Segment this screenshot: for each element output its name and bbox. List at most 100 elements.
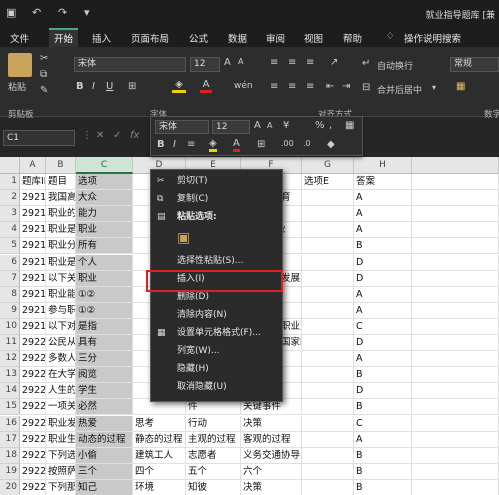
cell-e17[interactable]: 主观的过程 xyxy=(186,431,241,448)
orientation-icon[interactable]: ↗ xyxy=(330,57,338,68)
cell-d18[interactable]: 建筑工人 xyxy=(133,447,186,464)
row-header[interactable]: 17 xyxy=(0,431,20,448)
paste-button[interactable]: 粘贴 xyxy=(8,80,26,93)
enter-icon[interactable]: ✓ xyxy=(113,130,121,141)
cancel-icon[interactable]: ✕ xyxy=(96,130,104,141)
cell-b8[interactable]: 职业能力 xyxy=(46,286,76,303)
mini-percent-icon[interactable]: % xyxy=(315,120,325,131)
cell-empty[interactable] xyxy=(412,415,499,432)
cell-h3[interactable]: A xyxy=(354,206,412,223)
tab-view[interactable]: 视图 xyxy=(304,31,323,45)
cell-c19[interactable]: 三个 xyxy=(76,463,133,480)
tab-formulas[interactable]: 公式 xyxy=(189,31,208,45)
cell-h14[interactable]: D xyxy=(354,383,412,400)
menu-item-hide[interactable]: 隐藏(H) xyxy=(151,360,282,378)
row-header[interactable]: 1 xyxy=(0,174,20,191)
cell-d20[interactable]: 环境 xyxy=(133,479,186,495)
cell-b12[interactable]: 多数人一 xyxy=(46,351,76,368)
align-bottom-icon[interactable]: ≡ xyxy=(306,57,314,68)
mini-decrease-font-icon[interactable]: A xyxy=(267,121,272,130)
cell-b2[interactable]: 我国高等学 xyxy=(46,190,76,207)
menu-item-paste-special[interactable]: 选择性粘贴(S)... xyxy=(151,252,282,270)
cell-g15[interactable] xyxy=(302,399,354,416)
row-header[interactable]: 10 xyxy=(0,318,20,335)
mini-align-icon[interactable]: ≡ xyxy=(187,139,195,150)
insert-function-button[interactable]: fx xyxy=(130,130,139,141)
cell-empty[interactable] xyxy=(412,286,499,303)
row-header[interactable]: 20 xyxy=(0,479,20,495)
save-icon[interactable]: ▣ xyxy=(6,6,16,19)
cell-e20[interactable]: 知彼 xyxy=(186,479,241,495)
cell-g18[interactable] xyxy=(302,447,354,464)
font-color-icon[interactable]: A xyxy=(200,79,212,93)
decrease-font-icon[interactable]: A xyxy=(238,57,243,66)
row-header[interactable]: 13 xyxy=(0,367,20,384)
cell-empty[interactable] xyxy=(412,318,499,335)
tab-insert[interactable]: 插入 xyxy=(92,31,111,45)
cell-empty[interactable] xyxy=(412,206,499,223)
wrap-text-icon[interactable]: ↵ xyxy=(362,58,370,69)
cell-d17[interactable]: 静态的过程 xyxy=(133,431,186,448)
mini-increase-decimal-icon[interactable]: .0 xyxy=(303,139,311,148)
mini-format-painter-icon[interactable]: ▦ xyxy=(345,120,354,131)
row-header[interactable]: 12 xyxy=(0,351,20,368)
cell-empty[interactable] xyxy=(412,190,499,207)
row-header[interactable]: 4 xyxy=(0,222,20,239)
row-header[interactable]: 9 xyxy=(0,302,20,319)
mini-decrease-decimal-icon[interactable]: .00 xyxy=(281,139,294,148)
cell-g16[interactable] xyxy=(302,415,354,432)
cell-h18[interactable]: B xyxy=(354,447,412,464)
menu-item-clear-contents[interactable]: 清除内容(N) xyxy=(151,306,282,324)
number-format-select[interactable]: 常规 xyxy=(450,57,499,72)
cell-a7[interactable]: 29216 xyxy=(20,270,46,287)
row-header[interactable]: 7 xyxy=(0,270,20,287)
cell-a9[interactable]: 29218 xyxy=(20,302,46,319)
mini-borders-icon[interactable]: ⊞ xyxy=(257,139,265,150)
name-box[interactable]: C1 xyxy=(3,130,75,146)
cell-g12[interactable] xyxy=(302,351,354,368)
cell-g17[interactable] xyxy=(302,431,354,448)
redo-icon[interactable]: ↷ xyxy=(58,6,67,19)
cell-h5[interactable]: B xyxy=(354,238,412,255)
cell-h11[interactable]: D xyxy=(354,335,412,352)
cell-empty[interactable] xyxy=(412,302,499,319)
customize-quick-access-icon[interactable]: ▾ xyxy=(84,6,90,19)
cell-c15[interactable]: 必然 xyxy=(76,399,133,416)
cell-e18[interactable]: 志愿者 xyxy=(186,447,241,464)
column-header-g[interactable]: G xyxy=(302,157,354,174)
row-header[interactable]: 5 xyxy=(0,238,20,255)
fill-color-icon[interactable]: ◈ xyxy=(172,79,186,93)
cell-a20[interactable]: 29229 xyxy=(20,479,46,495)
cell-h15[interactable]: B xyxy=(354,399,412,416)
cell-f20[interactable]: 决策 xyxy=(241,479,302,495)
cell-b9[interactable]: 参与职业 xyxy=(46,302,76,319)
row-header[interactable]: 14 xyxy=(0,383,20,400)
cell-a14[interactable]: 29223 xyxy=(20,383,46,400)
cell-e19[interactable]: 五个 xyxy=(186,463,241,480)
cell-g1[interactable]: 选项E xyxy=(302,174,354,191)
cell-c12[interactable]: 三分 xyxy=(76,351,133,368)
font-name-select[interactable]: 宋体 xyxy=(74,57,186,72)
menu-item-column-width[interactable]: 列宽(W)... xyxy=(151,342,282,360)
row-header[interactable]: 18 xyxy=(0,447,20,464)
cell-a8[interactable]: 29217 xyxy=(20,286,46,303)
phonetic-icon[interactable]: wén xyxy=(234,81,253,91)
cell-empty[interactable] xyxy=(412,479,499,495)
tab-review[interactable]: 审阅 xyxy=(266,31,285,45)
cell-a10[interactable]: 29219 xyxy=(20,318,46,335)
cell-b20[interactable]: 下列那一 xyxy=(46,479,76,495)
menu-item-format-cells[interactable]: ▦ 设置单元格格式(F)... xyxy=(151,324,282,342)
row-header[interactable]: 6 xyxy=(0,254,20,271)
cell-c1[interactable]: 选项 xyxy=(76,174,133,191)
cell-g4[interactable] xyxy=(302,222,354,239)
bold-icon[interactable]: B xyxy=(76,81,84,92)
cell-b6[interactable]: 职业是（ xyxy=(46,254,76,271)
undo-icon[interactable]: ↶ xyxy=(32,6,41,19)
cell-c17[interactable]: 动态的过程 xyxy=(76,431,133,448)
cell-empty[interactable] xyxy=(412,222,499,239)
cell-a1[interactable]: 题库ID号 xyxy=(20,174,46,191)
cell-c9[interactable]: ①② xyxy=(76,302,133,319)
mini-font-color-icon[interactable]: A xyxy=(233,138,240,152)
mini-italic-icon[interactable]: I xyxy=(173,139,176,150)
cell-g9[interactable] xyxy=(302,302,354,319)
